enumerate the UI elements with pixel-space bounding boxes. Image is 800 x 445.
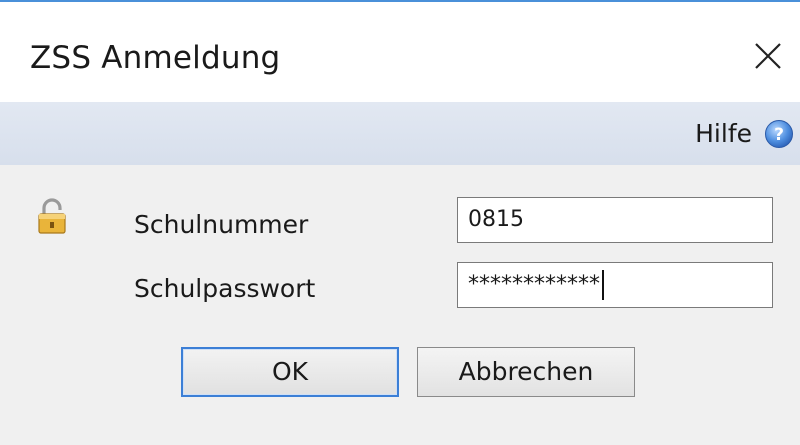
help-icon[interactable]: ? (764, 119, 794, 149)
text-caret (602, 270, 604, 300)
help-bar: Hilfe ? (0, 102, 800, 165)
dialog-body: Hilfe ? Schulnummer 0815 Schulpasswort *… (0, 102, 800, 445)
svg-text:?: ? (774, 125, 784, 145)
help-link[interactable]: Hilfe (695, 119, 752, 148)
ok-button[interactable]: OK (181, 347, 399, 397)
schulnummer-value: 0815 (468, 207, 524, 232)
schulpasswort-label: Schulpasswort (134, 274, 316, 303)
window-title: ZSS Anmeldung (30, 40, 281, 76)
lock-icon (36, 198, 68, 234)
close-button[interactable] (750, 38, 786, 74)
cancel-button[interactable]: Abbrechen (417, 347, 635, 397)
schulpasswort-input[interactable]: ************ (457, 262, 773, 308)
title-bar: ZSS Anmeldung (0, 4, 800, 102)
schulnummer-input[interactable]: 0815 (457, 197, 773, 243)
login-dialog: ZSS Anmeldung Hilfe ? Schulnummer 0815 S… (0, 0, 800, 445)
close-icon (755, 43, 781, 69)
schulnummer-label: Schulnummer (134, 210, 309, 239)
schulpasswort-value: ************ (468, 272, 600, 297)
